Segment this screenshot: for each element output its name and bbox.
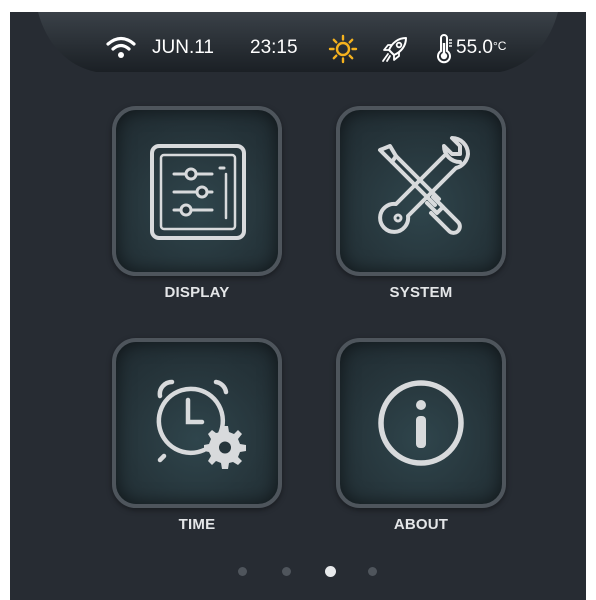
status-row: JUN.11 23:15 55.0°C bbox=[10, 12, 586, 78]
app-tile-time[interactable]: TIME bbox=[112, 338, 282, 533]
app-tile-time-frame[interactable] bbox=[112, 338, 282, 508]
sun-icon bbox=[328, 34, 358, 64]
page-dot-3-active[interactable] bbox=[325, 566, 336, 577]
app-tile-display-frame[interactable] bbox=[112, 106, 282, 276]
app-tile-system[interactable]: SYSTEM bbox=[336, 106, 506, 301]
date-text: JUN.11 bbox=[152, 37, 214, 58]
app-label-time: TIME bbox=[178, 516, 216, 533]
app-tile-about-frame[interactable] bbox=[336, 338, 506, 508]
app-tile-display[interactable]: DISPLAY bbox=[112, 106, 282, 301]
time-text: 23:15 bbox=[250, 37, 298, 58]
alarm-clock-settings-icon bbox=[156, 379, 246, 469]
app-tile-about[interactable]: ABOUT bbox=[336, 338, 506, 533]
tools-icon bbox=[378, 136, 470, 235]
temperature-unit: °C bbox=[492, 39, 507, 53]
temperature-readout: 55.0°C bbox=[456, 37, 506, 59]
page-dot-1[interactable] bbox=[238, 567, 247, 576]
app-label-about: ABOUT bbox=[393, 516, 449, 533]
status-bar: JUN.11 23:15 55.0°C bbox=[10, 12, 586, 86]
thermometer-icon bbox=[437, 34, 452, 64]
sliders-icon bbox=[150, 144, 246, 240]
temperature-value: 55.0 bbox=[456, 37, 493, 58]
home-screen: JUN.11 23:15 55.0°C DISPLAY SYSTEM TIME … bbox=[10, 12, 586, 600]
page-dot-4[interactable] bbox=[368, 567, 377, 576]
app-tile-system-frame[interactable] bbox=[336, 106, 506, 276]
rocket-icon bbox=[382, 37, 407, 62]
app-label-display: DISPLAY bbox=[164, 284, 230, 301]
page-dot-2[interactable] bbox=[282, 567, 291, 576]
info-icon bbox=[378, 380, 464, 466]
app-label-system: SYSTEM bbox=[389, 284, 453, 301]
wifi-icon bbox=[106, 36, 136, 58]
